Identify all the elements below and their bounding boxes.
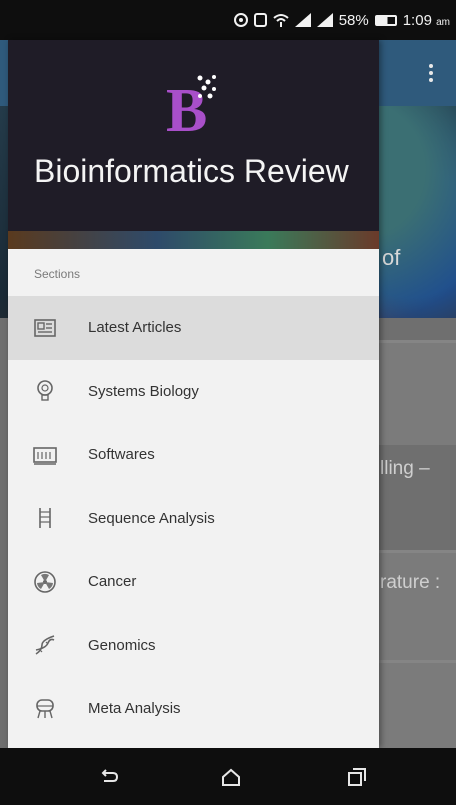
alarm-icon [253, 13, 267, 27]
menu-label: Sequence Analysis [88, 509, 215, 527]
drawer-header: B Bioinformatics Review [8, 40, 379, 231]
app-title: Bioinformatics Review [34, 153, 349, 189]
article-card[interactable] [378, 550, 456, 670]
drawer-menu: Latest Articles Systems Biology Software… [8, 296, 379, 741]
menu-label: Meta Analysis [88, 700, 181, 718]
dna-helix-icon [35, 635, 55, 655]
header-image-strip [8, 231, 379, 249]
menu-label: Systems Biology [88, 382, 199, 400]
clock: 1:09 am [403, 12, 450, 29]
radiation-icon [34, 570, 56, 593]
keyboard-icon [33, 446, 57, 465]
menu-item-latest-articles[interactable]: Latest Articles [8, 296, 379, 360]
menu-item-softwares[interactable]: Softwares [8, 423, 379, 487]
menu-item-genomics[interactable]: Genomics [8, 614, 379, 678]
app-logo: B [162, 75, 226, 142]
sync-icon [233, 13, 248, 27]
system-nav-bar [0, 748, 456, 805]
article-card[interactable] [378, 340, 456, 445]
menu-item-meta-analysis[interactable]: Meta Analysis [8, 677, 379, 741]
article-card-text: rature : [380, 572, 441, 593]
hero-text-fragment: of [382, 245, 401, 270]
menu-label: Cancer [88, 573, 137, 591]
status-bar: 58% 1:09 am [0, 0, 456, 40]
menu-item-systems-biology[interactable]: Systems Biology [8, 360, 379, 424]
back-icon[interactable] [98, 766, 120, 788]
dna-ladder-icon [39, 508, 51, 529]
wifi-icon [273, 14, 289, 27]
clock-time: 1:09 [402, 11, 432, 29]
lightbulb-icon [37, 380, 53, 401]
sections-label: Sections [34, 267, 81, 281]
navigation-drawer: B Bioinformatics Review Sections Latest … [8, 40, 379, 748]
home-icon[interactable] [220, 766, 242, 788]
menu-item-sequence-analysis[interactable]: Sequence Analysis [8, 487, 379, 551]
menu-label: Softwares [88, 446, 155, 464]
clock-suffix: am [436, 16, 450, 28]
status-icons: 58% 1:09 am [233, 11, 450, 29]
battery-percent: 58% [338, 11, 369, 29]
menu-label: Latest Articles [88, 319, 182, 337]
menu-item-cancer[interactable]: Cancer [8, 550, 379, 614]
signal-icon [294, 13, 311, 27]
dna-sparkle-icon [197, 75, 216, 99]
robot-icon [36, 698, 54, 718]
signal-icon-2 [316, 13, 333, 27]
overflow-menu-icon[interactable] [429, 64, 434, 84]
menu-label: Genomics [88, 636, 156, 654]
battery-icon [374, 14, 397, 26]
newspaper-icon [34, 318, 56, 337]
article-card[interactable] [378, 660, 456, 748]
recent-apps-icon[interactable] [346, 766, 368, 788]
article-card-text: lling – [380, 458, 430, 479]
